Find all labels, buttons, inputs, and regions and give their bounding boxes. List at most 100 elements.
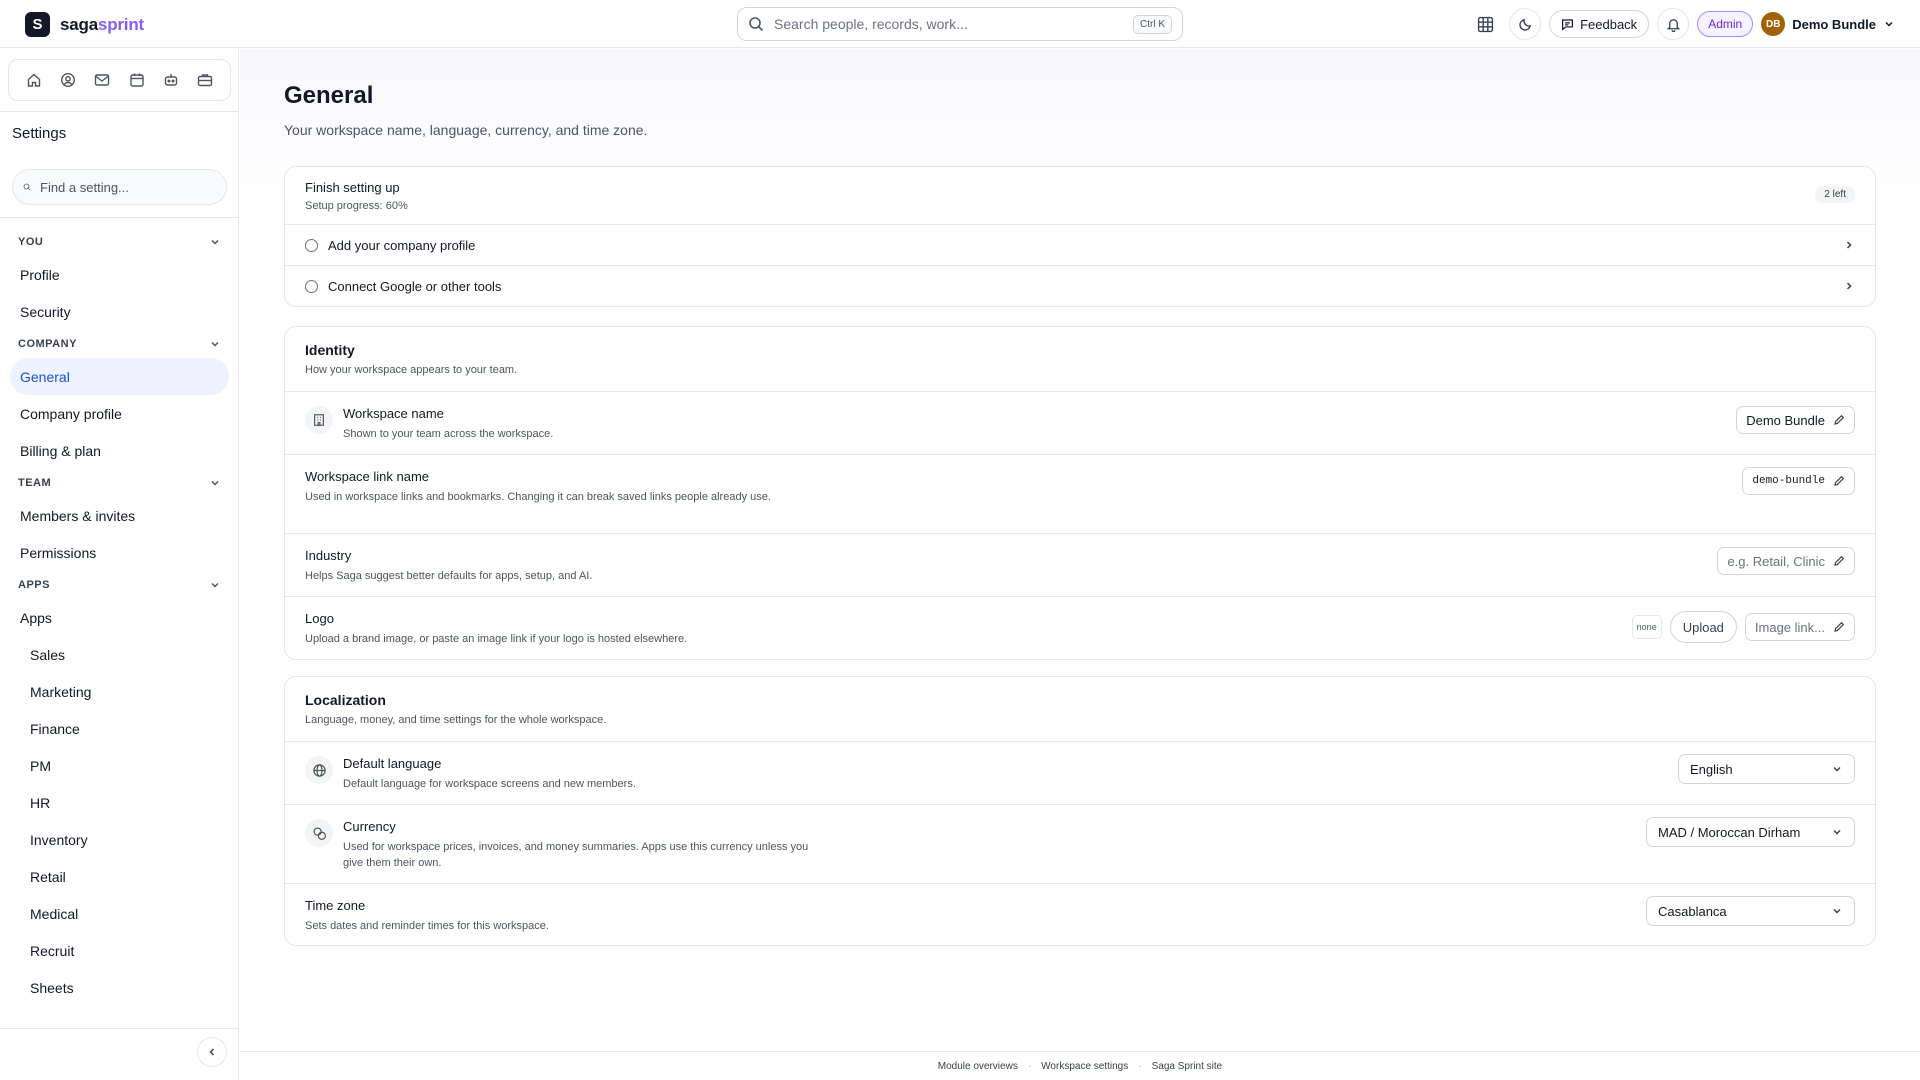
timezone-value: Casablanca	[1658, 903, 1727, 919]
nav-section-you[interactable]: YOU	[10, 228, 229, 256]
pencil-icon	[1834, 475, 1845, 486]
footer-link-workspace-settings[interactable]: Workspace settings	[1041, 1061, 1128, 1072]
sidebar-item-security[interactable]: Security	[10, 293, 229, 330]
sidebar-item-company-profile[interactable]: Company profile	[10, 395, 229, 432]
industry-edit[interactable]: e.g. Retail, Clinic	[1717, 547, 1855, 575]
sidebar-item-recruit[interactable]: Recruit	[10, 932, 229, 969]
sidebar-item-retail[interactable]: Retail	[10, 858, 229, 895]
search-icon	[23, 183, 31, 191]
sidebar-item-inventory[interactable]: Inventory	[10, 821, 229, 858]
sidebar-item-sheets[interactable]: Sheets	[10, 969, 229, 1006]
notifications-button[interactable]	[1657, 8, 1690, 40]
collapse-sidebar-button[interactable]	[197, 1037, 227, 1067]
settings-search-input[interactable]	[40, 179, 216, 195]
logo-link-edit[interactable]: Image link...	[1744, 613, 1855, 641]
sidebar-item-members[interactable]: Members & invites	[10, 497, 229, 534]
sidebar-item-hr[interactable]: HR	[10, 784, 229, 821]
sidebar-item-profile[interactable]: Profile	[10, 256, 229, 293]
sidebar-title: Settings	[12, 125, 67, 142]
setup-task-company-profile[interactable]: Add your company profile	[285, 224, 1875, 265]
settings-search[interactable]	[12, 169, 227, 205]
localization-header: Localization Language, money, and time s…	[285, 677, 1875, 741]
sidebar-item-apps[interactable]: Apps	[10, 599, 229, 636]
workspace-name-edit[interactable]: Demo Bundle	[1736, 406, 1855, 434]
section-subtitle: How your workspace appears to your team.	[305, 364, 518, 376]
sidebar-item-billing[interactable]: Billing & plan	[10, 432, 229, 469]
feedback-icon	[1562, 18, 1574, 31]
nav-section-team[interactable]: TEAM	[10, 469, 229, 497]
setting-label: Workspace link name	[305, 469, 430, 484]
setting-control: demo-bundle	[1742, 467, 1855, 495]
bot-icon	[164, 74, 177, 86]
feedback-button[interactable]: Feedback	[1549, 10, 1650, 38]
sidebar-item-marketing[interactable]: Marketing	[10, 673, 229, 710]
mail-icon	[95, 74, 110, 86]
sidebar-item-pm[interactable]: PM	[10, 747, 229, 784]
setup-task-connect-tools[interactable]: Connect Google or other tools	[285, 265, 1875, 306]
chevron-down-icon	[1833, 908, 1841, 914]
sidebar-divider	[0, 111, 239, 112]
timezone-select[interactable]: Casablanca	[1646, 896, 1855, 926]
page-subtitle: Your workspace name, language, currency,…	[284, 122, 648, 138]
task-status-circle	[305, 279, 318, 293]
footer-link-saga-sprint-site[interactable]: Saga Sprint site	[1152, 1061, 1223, 1072]
chevron-down-icon	[1833, 766, 1841, 772]
setting-text: Time zone Sets dates and reminder times …	[305, 898, 549, 934]
setting-description: Used in workspace links and bookmarks. C…	[305, 491, 771, 503]
module-mail-button[interactable]	[88, 66, 116, 94]
chevron-left-icon	[209, 1048, 215, 1056]
theme-toggle-button[interactable]	[1509, 8, 1542, 40]
setting-time-zone: Time zone Sets dates and reminder times …	[285, 883, 1875, 945]
sidebar-item-permissions[interactable]: Permissions	[10, 534, 229, 571]
admin-badge[interactable]: Admin	[1697, 11, 1754, 37]
identity-header: Identity How your workspace appears to y…	[285, 327, 1875, 391]
setting-text: Currency Used for workspace prices, invo…	[343, 819, 823, 871]
sidebar-item-medical[interactable]: Medical	[10, 895, 229, 932]
currency-value: MAD / Moroccan Dirham	[1658, 824, 1801, 840]
sidebar-item-sales[interactable]: Sales	[10, 636, 229, 673]
chevron-right-icon	[1846, 241, 1852, 249]
nav-section-apps[interactable]: APPS	[10, 571, 229, 599]
setting-description: Default language for workspace screens a…	[343, 778, 636, 790]
chevron-down-icon	[211, 341, 219, 347]
setup-card: Finish setting up Setup progress: 60% 2 …	[284, 166, 1876, 307]
user-name: Demo Bundle	[1792, 16, 1876, 32]
workspace-link-edit[interactable]: demo-bundle	[1742, 467, 1855, 495]
user-circle-icon	[61, 72, 76, 88]
global-search-input[interactable]	[774, 16, 1133, 32]
nav-section-label: COMPANY	[18, 338, 77, 350]
module-home-button[interactable]	[20, 66, 48, 94]
currency-select[interactable]: MAD / Moroccan Dirham	[1646, 817, 1855, 847]
setting-text: Workspace link name Used in workspace li…	[305, 469, 771, 505]
logo-preview: none	[1631, 615, 1662, 639]
sidebar-divider	[0, 1028, 239, 1029]
brand-logo[interactable]: S sagasprint	[25, 12, 144, 37]
setting-control: Demo Bundle	[1736, 406, 1855, 434]
apps-grid-button[interactable]	[1469, 8, 1501, 40]
footer-link-module-overviews[interactable]: Module overviews	[938, 1061, 1018, 1072]
setting-text: Default language Default language for wo…	[343, 756, 636, 792]
brand-name-primary: saga	[60, 14, 98, 34]
logo-upload-button[interactable]: Upload	[1669, 611, 1737, 643]
module-work-button[interactable]	[191, 66, 219, 94]
module-calendar-button[interactable]	[123, 66, 151, 94]
footer-separator: ·	[1138, 1060, 1142, 1072]
setting-text: Industry Helps Saga suggest better defau…	[305, 548, 592, 584]
nav-section-label: TEAM	[18, 477, 52, 489]
global-search[interactable]: Ctrl K	[737, 7, 1183, 41]
sidebar-item-general[interactable]: General	[10, 358, 229, 395]
module-ai-button[interactable]	[157, 66, 185, 94]
nav-section-label: YOU	[18, 236, 44, 248]
pencil-icon	[1834, 555, 1845, 566]
identity-card: Identity How your workspace appears to y…	[284, 326, 1876, 660]
setting-control: e.g. Retail, Clinic	[1717, 547, 1855, 575]
main-content: General Your workspace name, language, c…	[240, 49, 1920, 1051]
task-status-circle	[305, 238, 318, 252]
chevron-down-icon	[211, 480, 219, 486]
sidebar-item-finance[interactable]: Finance	[10, 710, 229, 747]
language-select[interactable]: English	[1678, 754, 1855, 784]
setting-text: Logo Upload a brand image, or paste an i…	[305, 611, 687, 647]
module-people-button[interactable]	[54, 66, 82, 94]
nav-section-company[interactable]: COMPANY	[10, 330, 229, 358]
user-menu[interactable]: DB Demo Bundle	[1761, 12, 1895, 36]
